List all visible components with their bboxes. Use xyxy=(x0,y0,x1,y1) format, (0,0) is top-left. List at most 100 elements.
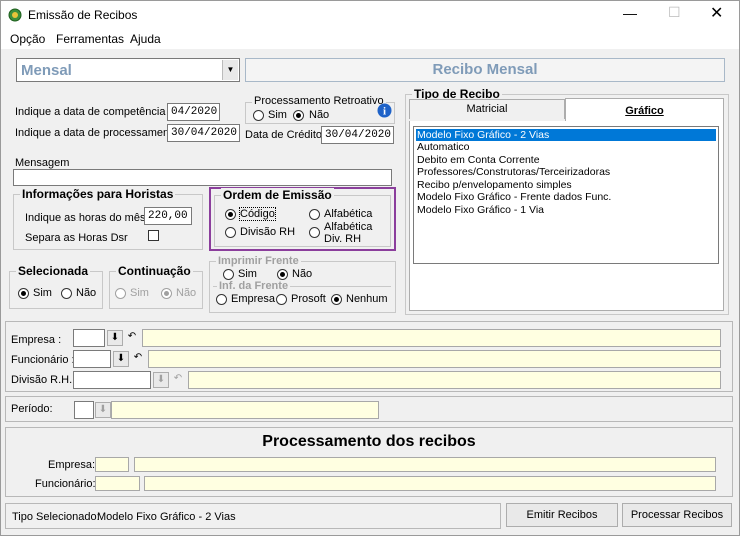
close-icon[interactable]: ✕ xyxy=(710,3,723,23)
list-item[interactable]: Modelo Fixo Gráfico - 1 Via xyxy=(416,204,716,216)
horistas-title: Informações para Horistas xyxy=(20,187,176,201)
tab-matricial[interactable]: Matricial xyxy=(409,99,565,119)
continuacao-nao-label: Não xyxy=(176,287,197,299)
retroativo-title: Processamento Retroativo xyxy=(252,95,386,107)
credito-label: Data de Crédito xyxy=(245,129,323,141)
emitir-recibos-button[interactable]: Emitir Recibos xyxy=(506,503,618,527)
frente-nao-label: Não xyxy=(292,268,313,280)
periodo-code-input[interactable] xyxy=(74,401,94,419)
empresa-undo-icon[interactable]: ↶ xyxy=(124,330,140,346)
list-item[interactable]: Modelo Fixo Gráfico - 2 Vias xyxy=(416,129,716,141)
continuacao-sim-radio[interactable] xyxy=(115,288,126,299)
period-select[interactable]: Mensal ▼ xyxy=(16,58,240,82)
funcionario-lookup-icon[interactable]: ⬇ xyxy=(113,351,129,367)
main-window: Emissão de Recibos — ☐ ✕ Opção Ferrament… xyxy=(0,0,740,536)
frente-sim-label: Sim xyxy=(238,268,257,280)
menu-opcao[interactable]: Opção xyxy=(10,29,45,49)
frente-nao-radio[interactable] xyxy=(277,269,288,280)
empresa-label: Empresa : xyxy=(11,334,62,346)
funcionario-name-field xyxy=(148,350,721,368)
selecionada-nao-label: Não xyxy=(76,287,97,299)
selecionada-title: Selecionada xyxy=(16,264,91,278)
retroativo-nao-radio[interactable] xyxy=(293,110,304,121)
continuacao-nao-radio[interactable] xyxy=(161,288,172,299)
menu-ajuda[interactable]: Ajuda xyxy=(130,29,161,49)
ordem-alfabetica-radio[interactable] xyxy=(309,209,320,220)
processar-recibos-button[interactable]: Processar Recibos xyxy=(622,503,732,527)
divisao-name-field xyxy=(188,371,721,389)
funcionario-code-input[interactable] xyxy=(73,350,111,368)
list-item[interactable]: Professores/Construtoras/Terceirizadoras xyxy=(416,166,716,178)
minimize-icon[interactable]: — xyxy=(623,5,637,21)
menu-bar: Opção Ferramentas Ajuda xyxy=(1,29,739,49)
retroativo-nao-label: Não xyxy=(309,109,330,121)
processamento-input[interactable]: 30/04/2020 xyxy=(167,124,240,142)
proc-funcionario-label: Funcionário: xyxy=(35,478,96,490)
mensagem-input[interactable] xyxy=(13,169,392,186)
processamento-title: Processamento dos recibos xyxy=(262,433,476,450)
inf-nenhum-radio[interactable] xyxy=(331,294,342,305)
competencia-label: Indique a data de competência xyxy=(15,106,166,118)
inf-empresa-label: Empresa xyxy=(231,293,276,305)
ordem-alfabetica-div-label-2: Div. RH xyxy=(324,233,362,245)
empresa-lookup-icon[interactable]: ⬇ xyxy=(107,330,123,346)
continuacao-sim-label: Sim xyxy=(130,287,149,299)
divisao-lookup-icon[interactable]: ⬇ xyxy=(153,372,169,388)
list-item[interactable]: Debito em Conta Corrente xyxy=(416,154,716,166)
periodo-label: Período: xyxy=(11,403,53,415)
periodo-lookup-icon[interactable]: ⬇ xyxy=(95,402,111,418)
separa-dsr-label: Separa as Horas Dsr xyxy=(25,232,128,244)
svg-text:i: i xyxy=(383,106,386,118)
tab-grafico[interactable]: Gráfico xyxy=(565,98,724,122)
periodo-name-field xyxy=(111,401,379,419)
empresa-code-input[interactable] xyxy=(73,329,105,347)
info-icon[interactable]: i xyxy=(377,103,392,118)
processamento-label: Indique a data de processamento xyxy=(15,127,179,139)
selecionada-sim-radio[interactable] xyxy=(18,288,29,299)
chevron-down-icon[interactable]: ▼ xyxy=(222,60,238,80)
credito-input[interactable]: 30/04/2020 xyxy=(321,126,394,144)
maximize-icon[interactable]: ☐ xyxy=(668,4,681,21)
window-title: Emissão de Recibos xyxy=(28,8,138,22)
inf-prosoft-label: Prosoft xyxy=(291,293,326,305)
horas-input[interactable]: 220,00 xyxy=(144,207,192,225)
selecionada-sim-label: Sim xyxy=(33,287,52,299)
title-bar: Emissão de Recibos — ☐ ✕ xyxy=(1,1,739,29)
frente-title: Imprimir Frente xyxy=(216,255,301,267)
app-icon xyxy=(8,8,22,22)
mensagem-label: Mensagem xyxy=(15,157,70,169)
funcionario-undo-icon[interactable]: ↶ xyxy=(130,351,146,367)
divisao-undo-icon[interactable]: ↶ xyxy=(170,372,186,388)
menu-ferramentas[interactable]: Ferramentas xyxy=(56,29,124,49)
retroativo-sim-radio[interactable] xyxy=(253,110,264,121)
list-item[interactable]: Modelo Fixo Gráfico - Frente dados Func. xyxy=(416,191,716,203)
inf-frente-title: Inf. da Frente xyxy=(217,280,291,292)
frente-sim-radio[interactable] xyxy=(223,269,234,280)
tipo-list[interactable]: Modelo Fixo Gráfico - 2 Vias Automatico … xyxy=(413,126,719,264)
continuacao-title: Continuação xyxy=(116,264,193,278)
ordem-divisao-label: Divisão RH xyxy=(240,226,296,238)
competencia-input[interactable]: 04/2020 xyxy=(167,103,220,121)
divisao-label: Divisão R.H. : xyxy=(11,374,79,386)
ordem-title: Ordem de Emissão xyxy=(221,188,334,202)
list-item[interactable]: Recibo p/envelopamento simples xyxy=(416,179,716,191)
ordem-codigo-radio[interactable] xyxy=(225,209,236,220)
tipo-selecionado-label: Tipo Selecionado: xyxy=(12,511,100,523)
separa-dsr-checkbox[interactable] xyxy=(148,230,159,241)
selecionada-nao-radio[interactable] xyxy=(61,288,72,299)
tipo-selecionado-value: Modelo Fixo Gráfico - 2 Vias xyxy=(97,511,236,523)
proc-empresa-code xyxy=(95,457,129,472)
retroativo-sim-label: Sim xyxy=(268,109,287,121)
list-item[interactable]: Automatico xyxy=(416,141,716,153)
proc-empresa-label: Empresa: xyxy=(48,459,96,471)
proc-empresa-name xyxy=(134,457,716,472)
ordem-alfabetica-div-radio[interactable] xyxy=(309,227,320,238)
divisao-code-input[interactable] xyxy=(73,371,151,389)
inf-prosoft-radio[interactable] xyxy=(276,294,287,305)
ordem-divisao-radio[interactable] xyxy=(225,227,236,238)
ordem-codigo-label: Código xyxy=(239,207,276,221)
inf-nenhum-label: Nenhum xyxy=(346,293,388,305)
banner-title: Recibo Mensal xyxy=(245,58,725,82)
ordem-alfabetica-label: Alfabética xyxy=(324,208,373,220)
inf-empresa-radio[interactable] xyxy=(216,294,227,305)
